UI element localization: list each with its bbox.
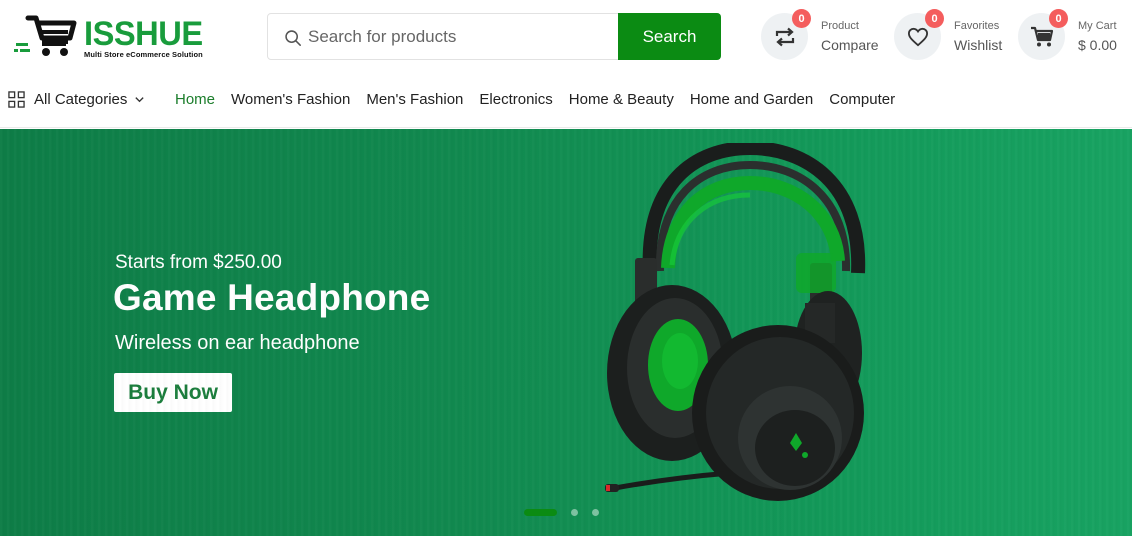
headphone-image [605,143,866,501]
hero-subtitle: Starts from $250.00 [115,252,282,273]
hero-description: Wireless on ear headphone [115,332,360,354]
site-header: ISSHUE Multi Store eCommerce Solution Se… [0,0,1132,74]
compare-count-badge: 0 [792,9,811,28]
cart-small-label: My Cart [1078,20,1117,32]
buy-now-button[interactable]: Buy Now [114,373,232,412]
search-icon [285,30,301,46]
compare-arrows-icon [775,27,794,46]
slide-dot-2[interactable] [571,509,578,516]
slide-dot-1[interactable] [524,509,557,516]
grid-icon [8,91,25,108]
search-bar: Search [267,13,721,60]
cart-count-badge: 0 [1049,9,1068,28]
brand-logo[interactable]: ISSHUE Multi Store eCommerce Solution [12,12,222,62]
nav-item-home-beauty[interactable]: Home & Beauty [569,91,674,108]
chevron-down-icon [135,97,145,103]
slide-dot-3[interactable] [592,509,599,516]
wishlist-count-badge: 0 [925,9,944,28]
heart-icon [907,27,928,46]
compare-small-label: Product [821,20,859,32]
main-nav: All Categories Home Women's Fashion Men'… [0,74,1132,128]
search-input[interactable] [308,14,608,59]
nav-item-womens-fashion[interactable]: Women's Fashion [231,91,350,108]
compare-label: Compare [821,37,879,53]
brand-tagline: Multi Store eCommerce Solution [84,50,203,59]
hero-banner: Starts from $250.00 Game Headphone Wirel… [0,129,1132,536]
cart-icon [1030,26,1053,46]
logo-cart-icon [14,15,77,56]
nav-item-home-garden[interactable]: Home and Garden [690,91,813,108]
all-categories-label: All Categories [34,91,128,108]
nav-item-computer[interactable]: Computer [829,91,895,108]
nav-item-home[interactable]: Home [175,91,215,108]
nav-menu: Home Women's Fashion Men's Fashion Elect… [175,91,911,108]
search-button[interactable]: Search [618,13,721,60]
wishlist-label: Wishlist [954,37,1003,53]
all-categories-dropdown[interactable]: All Categories [8,91,145,108]
hero-title: Game Headphone [113,277,431,318]
nav-item-mens-fashion[interactable]: Men's Fashion [366,91,463,108]
brand-name: ISSHUE [84,15,203,53]
cart-total: $ 0.00 [1078,37,1117,53]
wishlist-small-label: Favorites [954,20,1000,32]
slider-dots [524,509,599,516]
nav-item-electronics[interactable]: Electronics [479,91,552,108]
